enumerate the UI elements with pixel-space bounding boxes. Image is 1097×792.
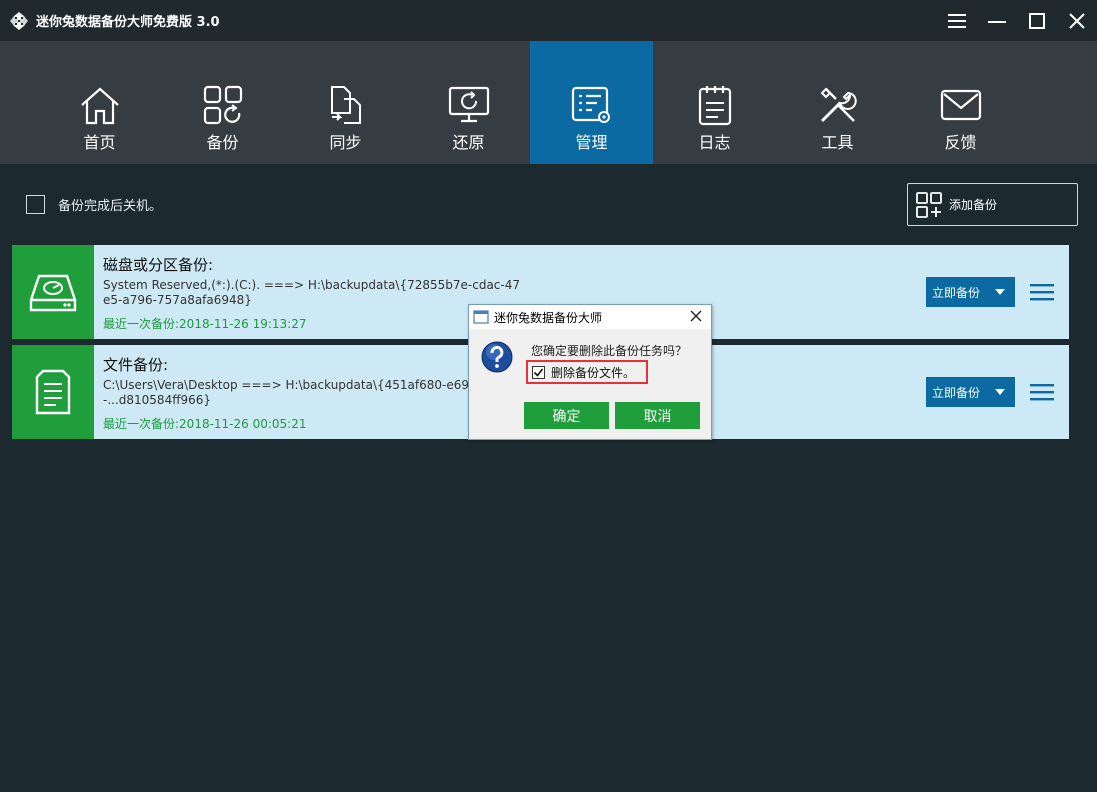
task-icon-box — [12, 345, 94, 439]
restore-icon — [448, 86, 489, 123]
shutdown-checkbox[interactable] — [26, 195, 45, 214]
title-bar: 迷你兔数据备份大师免费版 3.0 — [0, 0, 1097, 41]
add-backup-icon — [916, 191, 942, 218]
backup-now-button[interactable]: 立即备份 — [926, 377, 1015, 407]
nav-label: 工具 — [821, 133, 854, 152]
task-last-backup: 最近一次备份:2018-11-26 19:13:27 — [103, 315, 307, 332]
maximize-icon — [1029, 12, 1045, 29]
last-backup-label: 最近一次备份: — [103, 317, 180, 331]
last-backup-time: 2018-11-26 00:05:21 — [179, 417, 307, 431]
delete-files-option[interactable]: 删除备份文件。 — [526, 360, 648, 384]
task-title: 磁盘或分区备份: — [103, 256, 214, 274]
nav-label: 日志 — [698, 133, 731, 152]
minimize-icon — [988, 20, 1006, 23]
last-backup-label: 最近一次备份: — [103, 417, 180, 431]
backup-now-button[interactable]: 立即备份 — [926, 277, 1015, 307]
home-icon — [80, 87, 119, 125]
maximize-button[interactable] — [1017, 0, 1057, 41]
nav-item-backup[interactable]: 备份 — [161, 41, 284, 164]
delete-confirm-dialog: 迷你兔数据备份大师 您确定要删除此备份任务吗？ 删除备份文件。 确定 取消 — [468, 304, 712, 440]
nav-item-restore[interactable]: 还原 — [407, 41, 530, 164]
file-icon — [35, 369, 71, 415]
disk-icon — [29, 274, 77, 312]
question-icon — [481, 341, 513, 373]
close-button[interactable] — [1057, 0, 1097, 41]
dropdown-caret-icon[interactable] — [995, 289, 1005, 295]
menu-button[interactable] — [937, 0, 977, 41]
app-title: 迷你兔数据备份大师免费版 3.0 — [36, 15, 220, 30]
shutdown-option: 备份完成后关机。 — [26, 195, 162, 214]
window-controls — [937, 0, 1097, 41]
task-path: System Reserved,(*:).(C:). ===> H:\backu… — [103, 278, 520, 307]
dialog-title-bar: 迷你兔数据备份大师 — [469, 305, 711, 329]
ok-button[interactable]: 确定 — [524, 402, 609, 429]
dropdown-caret-icon[interactable] — [995, 389, 1005, 395]
cancel-button[interactable]: 取消 — [615, 402, 700, 429]
last-backup-time: 2018-11-26 19:13:27 — [179, 317, 307, 331]
nav-label: 同步 — [329, 133, 362, 152]
nav-item-tools[interactable]: 工具 — [776, 41, 899, 164]
nav-item-log[interactable]: 日志 — [653, 41, 776, 164]
tools-icon — [820, 87, 857, 123]
task-icon-box — [12, 245, 94, 339]
backup-icon — [203, 85, 242, 125]
add-backup-button[interactable]: 添加备份 — [907, 183, 1078, 226]
backup-now-label: 立即备份 — [932, 385, 981, 400]
nav-item-manage[interactable]: 管理 — [530, 41, 653, 164]
nav-item-sync[interactable]: 同步 — [284, 41, 407, 164]
task-title: 文件备份: — [103, 356, 169, 374]
task-menu-icon[interactable] — [1030, 283, 1054, 301]
task-menu-icon[interactable] — [1030, 383, 1054, 401]
log-icon — [698, 86, 731, 126]
feedback-icon — [940, 89, 981, 121]
task-last-backup: 最近一次备份:2018-11-26 00:05:21 — [103, 415, 307, 432]
shutdown-label: 备份完成后关机。 — [58, 199, 163, 214]
nav-label: 管理 — [575, 133, 608, 152]
minimize-button[interactable] — [977, 0, 1017, 41]
task-path: C:\Users\Vera\Desktop ===> H:\backupdata… — [103, 378, 512, 407]
add-backup-label: 添加备份 — [949, 198, 998, 212]
main-nav: 首页 备份 同步 还原 管理 日志 工具 反馈 — [0, 41, 1097, 164]
checkmark-icon — [533, 368, 544, 377]
delete-files-checkbox[interactable] — [532, 365, 545, 379]
dialog-message: 您确定要删除此备份任务吗？ — [531, 344, 688, 358]
sync-icon — [330, 86, 361, 124]
nav-label: 备份 — [206, 133, 239, 152]
close-icon — [1069, 12, 1085, 29]
app-window-icon — [473, 310, 489, 324]
nav-item-feedback[interactable]: 反馈 — [899, 41, 1022, 164]
backup-now-label: 立即备份 — [932, 285, 981, 300]
manage-icon — [571, 86, 610, 123]
app-logo-icon — [8, 10, 30, 32]
dialog-title: 迷你兔数据备份大师 — [494, 310, 603, 325]
manage-panel: 备份完成后关机。 添加备份 磁盘或分区备份: System Reserved,(… — [0, 164, 1097, 792]
nav-label: 首页 — [83, 133, 116, 152]
close-icon[interactable] — [689, 309, 703, 323]
delete-files-label: 删除备份文件。 — [551, 365, 636, 380]
nav-label: 反馈 — [944, 133, 977, 152]
nav-label: 还原 — [452, 133, 485, 152]
nav-item-home[interactable]: 首页 — [38, 41, 161, 164]
menu-icon — [948, 13, 966, 28]
